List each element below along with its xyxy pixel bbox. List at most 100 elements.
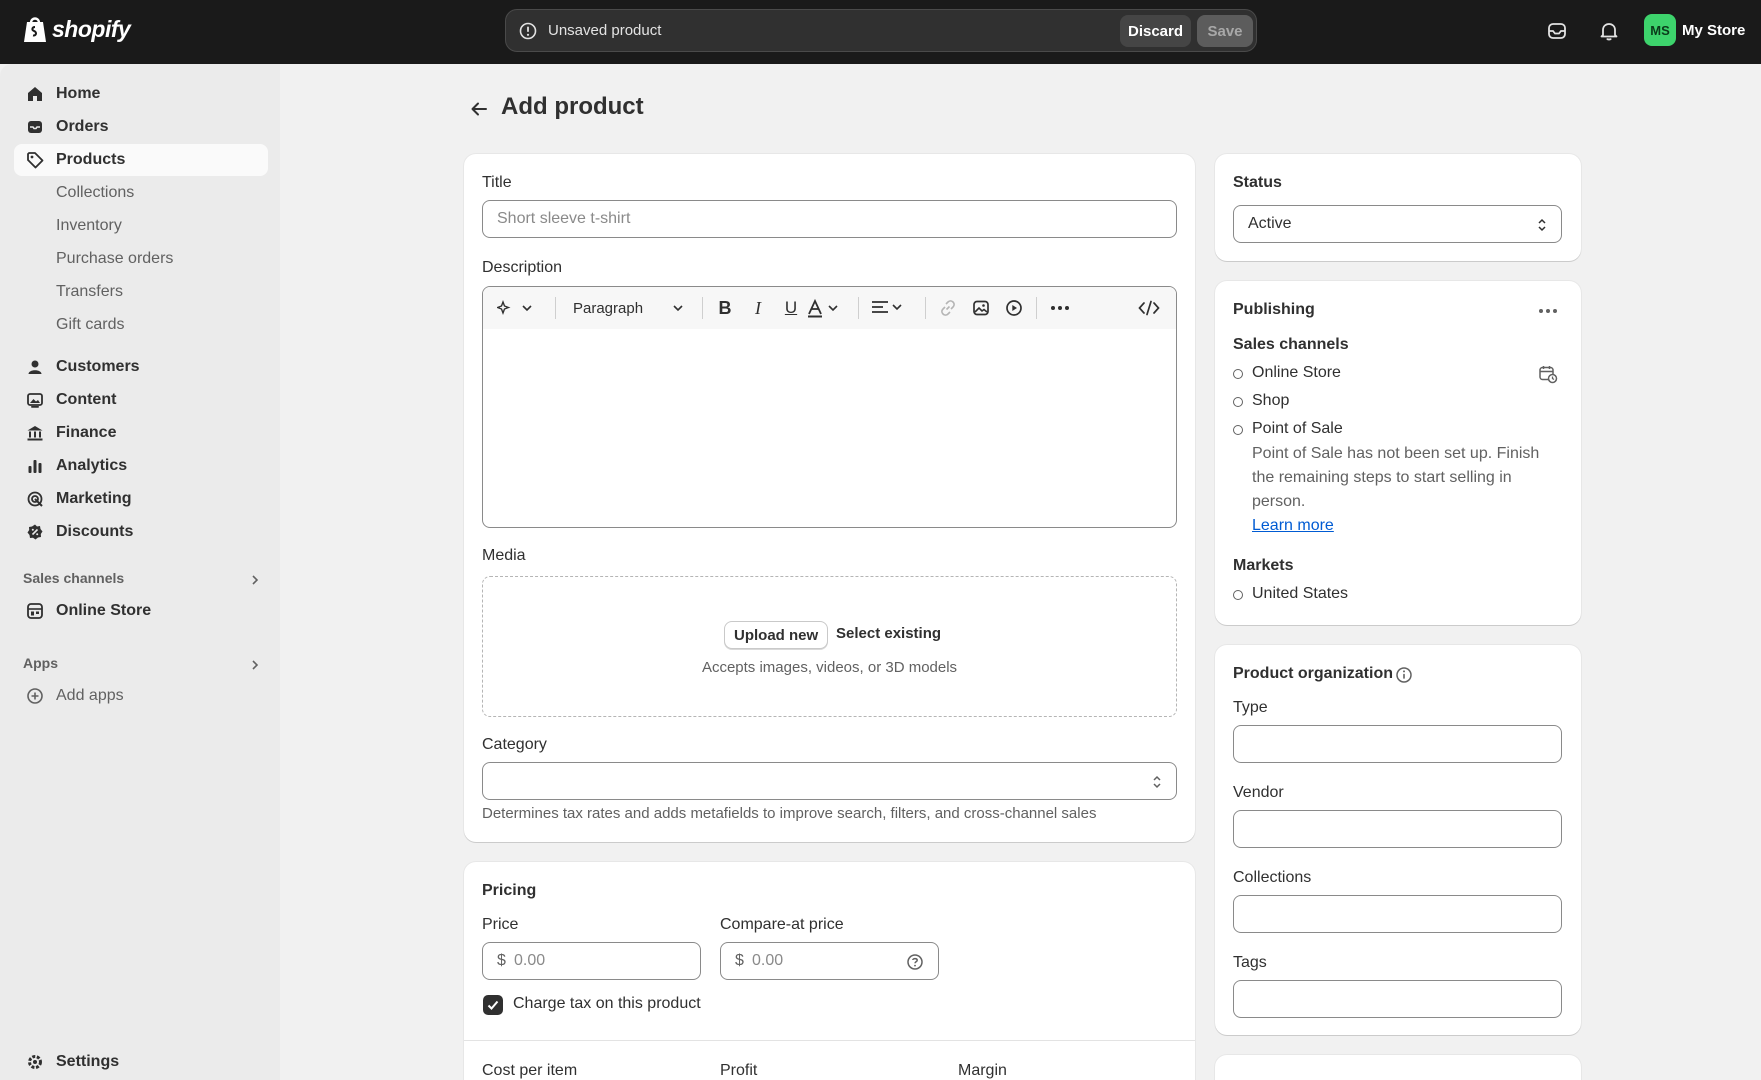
align-button[interactable] [871,298,909,318]
select-existing-button[interactable]: Select existing [836,625,941,642]
sparkle-icon [497,300,532,315]
sidebar-item-label: Products [56,151,126,168]
sidebar-item-discounts[interactable]: Discounts [14,516,268,548]
sales-channels-heading[interactable]: Sales channels [23,570,124,586]
underline-icon[interactable]: U [781,298,801,318]
product-organization-card: Product organization Type Vendor Collect… [1215,645,1581,1035]
charge-tax-checkbox[interactable] [483,995,503,1015]
shopify-logo[interactable]: shopify [22,14,131,44]
sidebar-item-finance[interactable]: Finance [14,417,268,449]
align-left-icon [872,301,902,313]
person-icon [28,360,42,374]
chevron-right-icon[interactable] [248,573,262,587]
compare-placeholder: 0.00 [752,952,784,969]
product-organization-heading: Product organization [1233,665,1393,682]
sidebar-item-collections[interactable]: Collections [14,177,268,209]
page-title: Add product [501,93,644,120]
shopify-bag-icon [24,17,46,42]
sidebar-item-customers[interactable]: Customers [14,351,268,383]
store-menu[interactable]: MS My Store [1644,14,1745,46]
cost-per-item-label: Cost per item [482,1062,578,1079]
status-select[interactable]: Active [1233,205,1562,243]
price-input[interactable]: $ 0.00 [482,942,701,980]
plus-circle-icon [27,688,43,704]
channel-point-of-sale: Point of Sale [1252,420,1343,437]
vendor-input[interactable] [1233,810,1562,848]
question-circle-icon[interactable] [906,953,924,971]
sidebar-item-inventory[interactable]: Inventory [14,210,268,242]
chevron-down-icon [673,305,683,312]
sidebar-item-settings[interactable]: Settings [14,1046,268,1078]
bold-icon[interactable]: B [715,298,735,318]
italic-icon[interactable]: I [748,298,768,318]
category-label: Category [482,736,547,753]
collections-input[interactable] [1233,895,1562,933]
category-select[interactable] [482,762,1177,800]
tags-input[interactable] [1233,980,1562,1018]
sidebar-item-home[interactable]: Home [14,78,268,110]
sidebar-item-label: Online Store [56,602,152,619]
sidebar-item-label: Finance [56,424,117,441]
avatar: MS [1644,14,1676,46]
sidebar-item-add-apps[interactable]: Add apps [14,680,268,712]
description-editor[interactable]: Paragraph B I U [482,286,1177,528]
discard-button[interactable]: Discard [1120,15,1191,47]
sidebar-item-gift-cards[interactable]: Gift cards [14,309,268,341]
sidebar-item-orders[interactable]: Orders [14,111,268,143]
sidebar-item-online-store[interactable]: Online Store [14,595,268,627]
orders-icon [28,121,42,133]
title-input[interactable]: Short sleeve t-shirt [482,200,1177,238]
bar-chart-icon [28,460,42,473]
video-icon[interactable] [1004,298,1024,318]
target-icon [27,491,43,507]
status-value: Active [1248,215,1292,232]
toolbar-divider [555,297,556,319]
publishing-card: Publishing Sales channels Online Store S… [1215,281,1581,625]
tags-label: Tags [1233,954,1267,971]
editor-toolbar: Paragraph B I U [483,287,1176,329]
ai-generate-button[interactable] [497,298,535,318]
sidebar-item-transfers[interactable]: Transfers [14,276,268,308]
alert-circle-icon [519,22,537,40]
bell-icon[interactable] [1598,20,1620,42]
channel-status-dot [1233,369,1243,379]
product-details-card: Title Short sleeve t-shirt Description P… [464,154,1195,842]
pricing-card: Pricing Price $ 0.00 Compare-at price $ … [464,862,1195,1080]
media-dropzone[interactable]: Upload new Select existing Accepts image… [482,576,1177,717]
upload-new-button[interactable]: Upload new [724,621,829,649]
sidebar-item-content[interactable]: Content [14,384,268,416]
back-arrow-icon[interactable] [468,98,490,120]
charge-tax-label[interactable]: Charge tax on this product [513,995,701,1013]
code-view-icon[interactable] [1137,298,1161,318]
sidebar-item-label: Purchase orders [56,250,174,267]
pos-setup-note-line-2: the remaining steps to start selling in [1252,469,1512,486]
image-icon[interactable] [971,298,991,318]
shopify-wordmark: shopify [52,15,131,42]
chevron-right-icon[interactable] [248,658,262,672]
info-icon[interactable] [1395,666,1413,684]
sidebar-item-marketing[interactable]: Marketing [14,483,268,515]
sidebar-item-products[interactable]: Products [14,144,268,176]
type-input[interactable] [1233,725,1562,763]
status-heading: Status [1233,174,1282,191]
text-color-button[interactable] [806,298,846,318]
paragraph-dropdown[interactable]: Paragraph [573,298,685,318]
calendar-clock-icon[interactable] [1538,364,1558,384]
sidebar-item-label: Gift cards [56,316,125,333]
link-icon[interactable] [938,298,958,318]
text-color-icon [808,298,838,318]
sidebar-item-label: Customers [56,358,140,375]
more-options-icon[interactable] [1049,298,1071,318]
save-button[interactable]: Save [1197,15,1253,47]
market-status-dot [1233,590,1243,600]
price-placeholder: 0.00 [514,952,546,969]
channel-status-dot [1233,425,1243,435]
compare-at-price-input[interactable]: $ 0.00 [720,942,939,980]
learn-more-link[interactable]: Learn more [1252,517,1334,535]
channel-online-store: Online Store [1252,364,1341,381]
sidebar-item-purchase-orders[interactable]: Purchase orders [14,243,268,275]
apps-heading[interactable]: Apps [23,655,58,671]
sidebar-item-analytics[interactable]: Analytics [14,450,268,482]
more-options-icon[interactable] [1538,308,1558,314]
inbox-icon[interactable] [1546,20,1568,42]
